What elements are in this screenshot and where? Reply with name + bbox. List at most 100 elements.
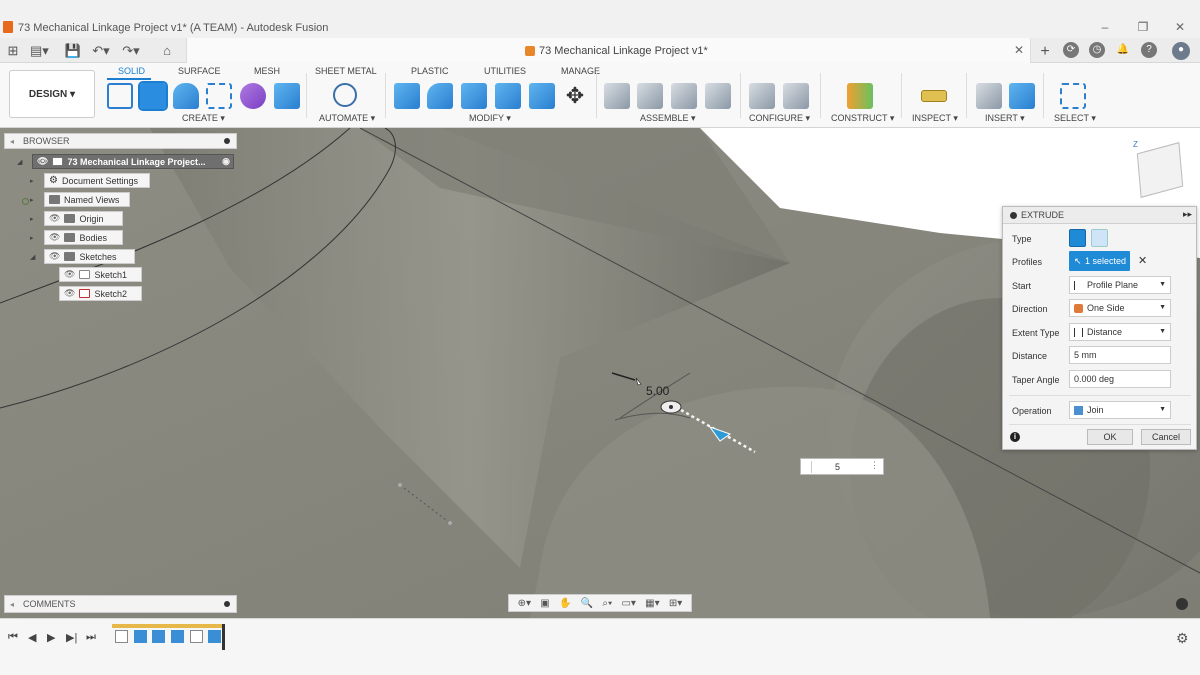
browser-root-item[interactable]: 👁 73 Mechanical Linkage Project... ◉: [32, 154, 234, 169]
document-tab[interactable]: 73 Mechanical Linkage Project v1* ✕: [186, 38, 1031, 63]
distance-input[interactable]: 5 mm: [1069, 346, 1171, 364]
minimize-icon[interactable]: –: [1097, 20, 1113, 34]
viewports-icon[interactable]: ⊞▾: [669, 598, 682, 609]
measure-icon[interactable]: [921, 90, 947, 102]
job-status-icon[interactable]: ◷: [1089, 42, 1105, 58]
move-copy-icon[interactable]: ✥: [562, 83, 588, 109]
expand-arrow-icon[interactable]: ▸: [30, 177, 34, 185]
timeline-marker[interactable]: [222, 624, 225, 650]
insert-derive-icon[interactable]: [976, 83, 1002, 109]
joint-icon[interactable]: [637, 83, 663, 109]
workspace-switcher-button[interactable]: DESIGN ▾: [9, 70, 95, 118]
timeline-sketch-icon[interactable]: [190, 630, 203, 643]
construct-group-label[interactable]: CONSTRUCT ▾: [831, 113, 894, 124]
browser-pin-icon[interactable]: [224, 138, 230, 144]
inspect-group-label[interactable]: INSPECT ▾: [912, 113, 958, 124]
visibility-eye-icon[interactable]: 👁: [49, 213, 60, 224]
assemble-group-label[interactable]: ASSEMBLE ▾: [640, 113, 696, 124]
configure-group-label[interactable]: CONFIGURE ▾: [749, 113, 810, 124]
display-settings-icon[interactable]: [1176, 598, 1188, 610]
tab-manage[interactable]: MANAGE: [561, 66, 600, 76]
expand-arrow-icon[interactable]: ▸: [30, 234, 34, 242]
select-icon[interactable]: [1060, 83, 1086, 109]
select-group-label[interactable]: SELECT ▾: [1054, 113, 1096, 124]
timeline-sketch-icon[interactable]: [115, 630, 128, 643]
extrude-type-solid-icon[interactable]: [1069, 229, 1086, 247]
browser-item-named-views[interactable]: Named Views: [44, 192, 130, 207]
look-at-icon[interactable]: ▣: [540, 598, 549, 609]
collapse-dialog-icon[interactable]: [1010, 212, 1017, 219]
extent-type-select[interactable]: Distance ▼: [1069, 323, 1171, 341]
expand-arrow-icon[interactable]: ▸: [30, 215, 34, 223]
expand-arrow-icon[interactable]: ◢: [17, 158, 22, 166]
more-options-icon[interactable]: ⋮: [870, 460, 879, 471]
timeline-extrude-icon[interactable]: [134, 630, 147, 643]
configure-icon[interactable]: [749, 83, 775, 109]
revolve-icon[interactable]: [173, 83, 199, 109]
browser-item-sketch1[interactable]: 👁 Sketch1: [59, 267, 142, 282]
go-to-start-icon[interactable]: ⏮: [8, 631, 18, 644]
zoom-icon[interactable]: 🔍: [581, 598, 593, 609]
insert-image-icon[interactable]: [1009, 83, 1035, 109]
timeline-extrude-icon[interactable]: [152, 630, 165, 643]
timeline-extrude-icon[interactable]: [171, 630, 184, 643]
browser-item-sketches[interactable]: 👁 Sketches: [44, 249, 135, 264]
as-built-joint-icon[interactable]: [671, 83, 697, 109]
display-mode-icon[interactable]: ▭▾: [621, 598, 635, 609]
undo-icon[interactable]: ↶▾: [92, 43, 110, 59]
distance-value-input[interactable]: 5 ⋮: [800, 458, 884, 475]
construct-plane-icon[interactable]: [847, 83, 873, 109]
new-tab-icon[interactable]: +: [1036, 43, 1054, 61]
activate-radio-icon[interactable]: ◉: [222, 156, 230, 167]
create-sketch-icon[interactable]: [107, 83, 133, 109]
collapse-icon[interactable]: ◂: [10, 600, 14, 609]
avatar[interactable]: ●: [1172, 42, 1190, 60]
play-icon[interactable]: ▶: [47, 631, 55, 644]
home-icon[interactable]: ⌂: [158, 43, 176, 58]
step-forward-icon[interactable]: ▶|: [66, 631, 77, 644]
notifications-icon[interactable]: 🔔: [1115, 42, 1131, 58]
profiles-selection-chip[interactable]: ↖ 1 selected: [1069, 251, 1130, 271]
clear-selection-icon[interactable]: ✕: [1138, 254, 1147, 267]
shell-icon[interactable]: [495, 83, 521, 109]
tab-sheet-metal[interactable]: SHEET METAL: [315, 66, 377, 76]
file-menu-icon[interactable]: ▤▾: [30, 43, 49, 59]
help-icon[interactable]: ?: [1141, 42, 1157, 58]
close-tab-icon[interactable]: ✕: [1014, 43, 1024, 57]
automate-icon[interactable]: [333, 83, 357, 107]
timeline-extrude-icon[interactable]: [208, 630, 221, 643]
browser-item-origin[interactable]: 👁 Origin: [44, 211, 123, 226]
go-to-end-icon[interactable]: ⏭: [86, 631, 96, 644]
tab-plastic[interactable]: PLASTIC: [411, 66, 449, 76]
fillet-icon[interactable]: [427, 83, 453, 109]
collapse-arrow-icon[interactable]: ◢: [30, 253, 35, 261]
tab-mesh[interactable]: MESH: [254, 66, 280, 76]
fit-icon[interactable]: ⌕▾: [602, 598, 612, 609]
sweep-icon[interactable]: [206, 83, 232, 109]
bill-of-materials-icon[interactable]: [705, 83, 731, 109]
apps-grid-icon[interactable]: ⊞: [4, 43, 22, 59]
create-group-label[interactable]: CREATE ▾: [182, 113, 225, 124]
close-icon[interactable]: ✕: [1172, 20, 1188, 34]
extrude-icon[interactable]: [138, 81, 168, 111]
start-select[interactable]: Profile Plane ▼: [1069, 276, 1171, 294]
grid-icon[interactable]: ▦▾: [645, 598, 659, 609]
modify-group-label[interactable]: MODIFY ▾: [469, 113, 511, 124]
expand-arrow-icon[interactable]: ▸: [30, 196, 34, 204]
extrude-dialog[interactable]: EXTRUDE ▸▸ Type Profiles ↖ 1 selected ✕ …: [1002, 206, 1197, 450]
form-icon[interactable]: [240, 83, 266, 109]
box-icon[interactable]: [274, 83, 300, 109]
step-back-icon[interactable]: ◀: [28, 631, 36, 644]
tab-surface[interactable]: SURFACE: [178, 66, 221, 76]
comments-pin-icon[interactable]: [224, 601, 230, 607]
visibility-eye-icon[interactable]: 👁: [64, 288, 75, 299]
direction-select[interactable]: One Side ▼: [1069, 299, 1171, 317]
maximize-icon[interactable]: ❐: [1135, 20, 1151, 34]
taper-angle-input[interactable]: 0.000 deg: [1069, 370, 1171, 388]
visibility-eye-icon[interactable]: 👁: [64, 269, 75, 280]
collapse-icon[interactable]: ◂: [10, 137, 14, 146]
visibility-eye-icon[interactable]: 👁: [49, 251, 60, 262]
configuration-table-icon[interactable]: [783, 83, 809, 109]
cancel-button[interactable]: Cancel: [1141, 429, 1191, 445]
operation-select[interactable]: Join ▼: [1069, 401, 1171, 419]
